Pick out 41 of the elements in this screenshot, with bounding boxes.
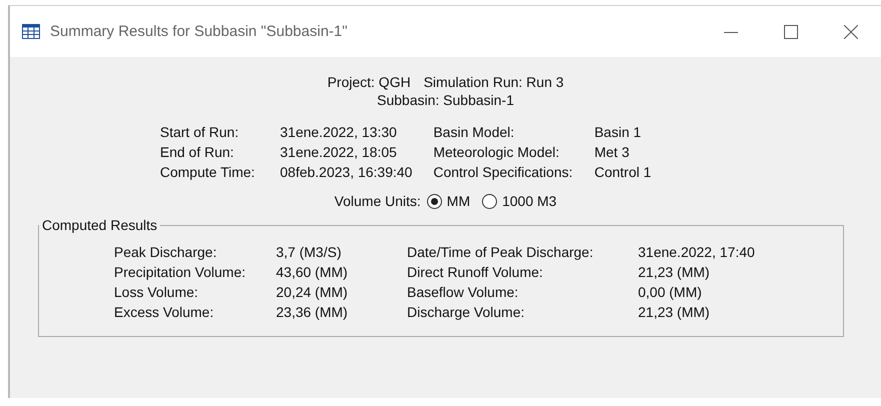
radio-label[interactable]: MM: [446, 193, 470, 209]
close-icon[interactable]: [844, 24, 858, 38]
field-label: End of Run:: [160, 143, 235, 162]
field-label: Basin Model:: [433, 123, 516, 142]
field-label: Date/Time of Peak Discharge:: [407, 243, 594, 262]
maximize-icon[interactable]: [784, 24, 798, 38]
field-label: Peak Discharge:: [114, 243, 218, 262]
field-label: Control Specifications:: [433, 163, 574, 182]
field-value: 21,23 (MM): [638, 263, 711, 282]
field-value: 20,24 (MM): [276, 283, 348, 302]
field-value: 31ene.2022, 18:05: [280, 143, 398, 162]
field-value: Basin 1: [594, 123, 642, 142]
radio-button[interactable]: [426, 194, 442, 208]
field-label: Compute Time:: [160, 163, 256, 182]
group-title: Computed Results: [41, 217, 158, 233]
table-icon: [22, 24, 40, 39]
volume-units-label: Volume Units:: [334, 193, 421, 209]
field-label: Excess Volume:: [114, 303, 215, 322]
field-value: 3,7 (M3/S): [276, 243, 342, 262]
project-label: Project: QGH: [327, 73, 411, 91]
subbasin-label: Subbasin: Subbasin-1: [377, 92, 514, 108]
radio-label[interactable]: 1000 M3: [502, 193, 557, 209]
field-label: Discharge Volume:: [407, 303, 526, 322]
field-label: Meteorologic Model:: [433, 143, 560, 162]
window-title: Summary Results for Subbasin "Subbasin-1": [50, 23, 348, 40]
field-value: 0,00 (MM): [638, 283, 703, 302]
radio-button[interactable]: [482, 194, 498, 208]
field-value: 23,36 (MM): [276, 303, 348, 322]
field-value: Control 1: [594, 163, 652, 182]
simulation-run-label: Simulation Run: Run 3: [424, 73, 564, 91]
field-label: Loss Volume:: [114, 283, 200, 302]
field-label: Baseflow Volume:: [407, 283, 520, 302]
field-label: Precipitation Volume:: [114, 263, 247, 282]
field-value: Met 3: [594, 143, 630, 162]
field-label: Direct Runoff Volume:: [407, 263, 544, 282]
field-value: 21,23 (MM): [638, 303, 711, 322]
field-value: 08feb.2023, 16:39:40: [280, 163, 412, 182]
field-value: 43,60 (MM): [276, 263, 348, 282]
field-value: 31ene.2022, 13:30: [280, 123, 398, 142]
field-value: 31ene.2022, 17:40: [638, 243, 755, 262]
field-label: Start of Run:: [160, 123, 240, 142]
